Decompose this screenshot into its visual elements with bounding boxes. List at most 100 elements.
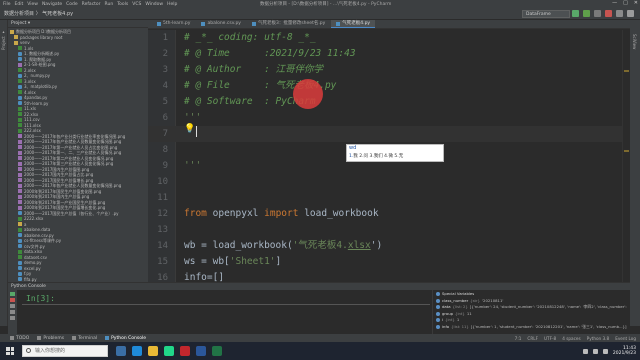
warning-marker[interactable] (624, 150, 629, 152)
tab-python-console[interactable]: Python Console (105, 336, 146, 341)
word-icon[interactable] (196, 346, 206, 356)
code-text[interactable]: wb = load_workbook('气死老板4.xlsx') (184, 238, 382, 254)
ime-icon[interactable] (602, 348, 608, 354)
variable-row[interactable]: info {list: 11} [{'number': 1, 'student_nu… (436, 324, 627, 331)
line-separator[interactable]: CRLF (527, 336, 538, 341)
code-text[interactable]: # @ Author : 江哥伴你学 (184, 62, 323, 78)
python-file-icon (201, 22, 206, 26)
taskbar-search-input[interactable]: 输入你想搜的 (22, 345, 108, 357)
code-line[interactable]: 10 (148, 174, 630, 190)
console-input-line[interactable] (22, 304, 430, 305)
editor-tab[interactable]: 气死老板3：批量修改sheet名.py (246, 20, 331, 28)
code-text[interactable]: from openpyxl import load_workbook (184, 206, 379, 222)
code-line[interactable]: 14 wb = load_workbook('气死老板4.xlsx') (148, 238, 630, 254)
clock-date: 2021/9/23 (612, 351, 636, 356)
editor-scrollbar[interactable] (622, 30, 630, 282)
menu-window[interactable]: Window (145, 2, 163, 7)
menu-code[interactable]: Code (66, 2, 78, 7)
debug-icon[interactable] (583, 10, 590, 17)
editor-tab[interactable]: abalone.csv.py (196, 20, 246, 28)
variable-value: [{'number': 24, 'student_number': '20210… (469, 304, 627, 309)
menu-file[interactable]: File (3, 2, 11, 7)
tab-terminal[interactable]: Terminal (72, 336, 97, 341)
image-file-icon (18, 205, 22, 210)
code-text[interactable]: # @ Time :2021/9/23 11:43 (184, 46, 356, 62)
event-log[interactable]: Event Log (615, 336, 636, 341)
project-tool-tab[interactable]: Project ▾ (1, 30, 6, 50)
code-line[interactable]: 1 # _*_ coding: utf-8 _*_ (148, 30, 630, 46)
console-header[interactable]: Python Console (8, 283, 630, 290)
code-line[interactable]: 4 # @ File : 气死老板4.py (148, 78, 630, 94)
menu-refactor[interactable]: Refactor (82, 2, 101, 7)
file-encoding[interactable]: UTF-8 (544, 336, 556, 341)
rerun-icon[interactable] (10, 292, 15, 296)
add-icon[interactable] (10, 310, 15, 314)
ime-candidate-list[interactable]: 我 2.问 3.我们 4.微 5.无 (353, 154, 403, 159)
code-line[interactable]: 15 ws = wb['Sheet1'] (148, 254, 630, 270)
tab-problems-label: Problems (43, 335, 65, 341)
editor-tab[interactable]: 5th-learn.py (152, 20, 196, 28)
lightbulb-icon[interactable]: 💡 (184, 124, 195, 134)
code-line[interactable]: 7 (148, 126, 630, 142)
code-text[interactable]: ws = wb['Sheet1'] (184, 254, 281, 270)
file-explorer-icon[interactable] (148, 346, 158, 356)
settings-icon[interactable] (10, 304, 15, 308)
cursor-position[interactable]: 7:1 (515, 336, 522, 341)
code-line[interactable]: 3 # @ Author : 江哥伴你学 (148, 62, 630, 78)
python-file-icon (18, 266, 22, 271)
menu-view[interactable]: View (27, 2, 38, 7)
code-line[interactable]: 2 # @ Time :2021/9/23 11:43 (148, 46, 630, 62)
code-line[interactable]: 12 from openpyxl import load_workbook (148, 206, 630, 222)
menu-edit[interactable]: Edit (15, 2, 24, 7)
search-icon[interactable] (627, 10, 634, 17)
code-line[interactable]: 5 # @ Software : PyCharm (148, 94, 630, 110)
code-line[interactable]: 11 (148, 190, 630, 206)
python-file-icon (18, 73, 22, 78)
interpreter[interactable]: Python 3.8 (587, 336, 610, 341)
minimize-button[interactable]: — (612, 0, 617, 6)
clock[interactable]: 11:43 2021/9/23 (613, 346, 636, 357)
code-line[interactable]: 6 ''' (148, 110, 630, 126)
coverage-icon[interactable] (594, 10, 601, 17)
code-text[interactable]: # _*_ coding: utf-8 _*_ (184, 30, 316, 46)
ime-candidates[interactable]: 1.我 2.问 3.我们 4.微 5.无 (349, 153, 403, 159)
history-icon[interactable] (10, 316, 15, 320)
breadcrumb[interactable]: 数据分析项目 〉 气死老板4.py (4, 10, 73, 17)
stop-icon[interactable] (605, 10, 612, 17)
indent-setting[interactable]: 4 spaces (562, 336, 580, 341)
pycharm-icon[interactable] (164, 346, 174, 356)
windows-start-icon[interactable] (4, 345, 16, 357)
line-number: 11 (157, 193, 168, 203)
editor-tab-label: 气死老板4.py (342, 20, 371, 26)
run-config-select[interactable]: DataFrame (522, 10, 570, 18)
menu-help[interactable]: Help (167, 2, 177, 7)
code-text[interactable]: ''' (184, 158, 201, 174)
close-button[interactable]: ✕ (634, 0, 638, 6)
tab-todo[interactable]: TODO (10, 336, 29, 341)
menu-tools[interactable]: Tools (117, 2, 128, 7)
line-number: 4 (162, 81, 168, 91)
tab-problems[interactable]: Problems (37, 336, 64, 341)
menu-navigate[interactable]: Navigate (42, 2, 62, 7)
project-panel-header[interactable]: Project ▾ (8, 20, 148, 28)
stop-icon[interactable] (10, 298, 15, 302)
menu-run[interactable]: Run (105, 2, 114, 7)
volume-icon[interactable] (592, 348, 598, 354)
maximize-button[interactable]: □ (623, 0, 628, 6)
run-icon[interactable] (572, 10, 579, 17)
vcs-icon[interactable] (616, 10, 623, 17)
database-tool-tab[interactable]: SciView (632, 34, 637, 49)
excel-icon[interactable] (212, 346, 222, 356)
python-file-icon (18, 57, 22, 62)
editor-tab[interactable]: 气死老板4.py (331, 20, 376, 28)
console-prompt[interactable]: In[3]: (26, 294, 55, 303)
recorder-icon[interactable] (180, 346, 190, 356)
edge-icon[interactable] (132, 346, 142, 356)
ime-candidate-popup[interactable]: wd 1.我 2.问 3.我们 4.微 5.无 (346, 144, 444, 162)
menu-vcs[interactable]: VCS (132, 2, 141, 7)
network-icon[interactable] (582, 348, 588, 354)
task-view-icon[interactable] (116, 346, 126, 356)
warning-marker[interactable] (624, 70, 629, 72)
code-line[interactable]: 13 (148, 222, 630, 238)
python-file-icon (18, 211, 22, 216)
